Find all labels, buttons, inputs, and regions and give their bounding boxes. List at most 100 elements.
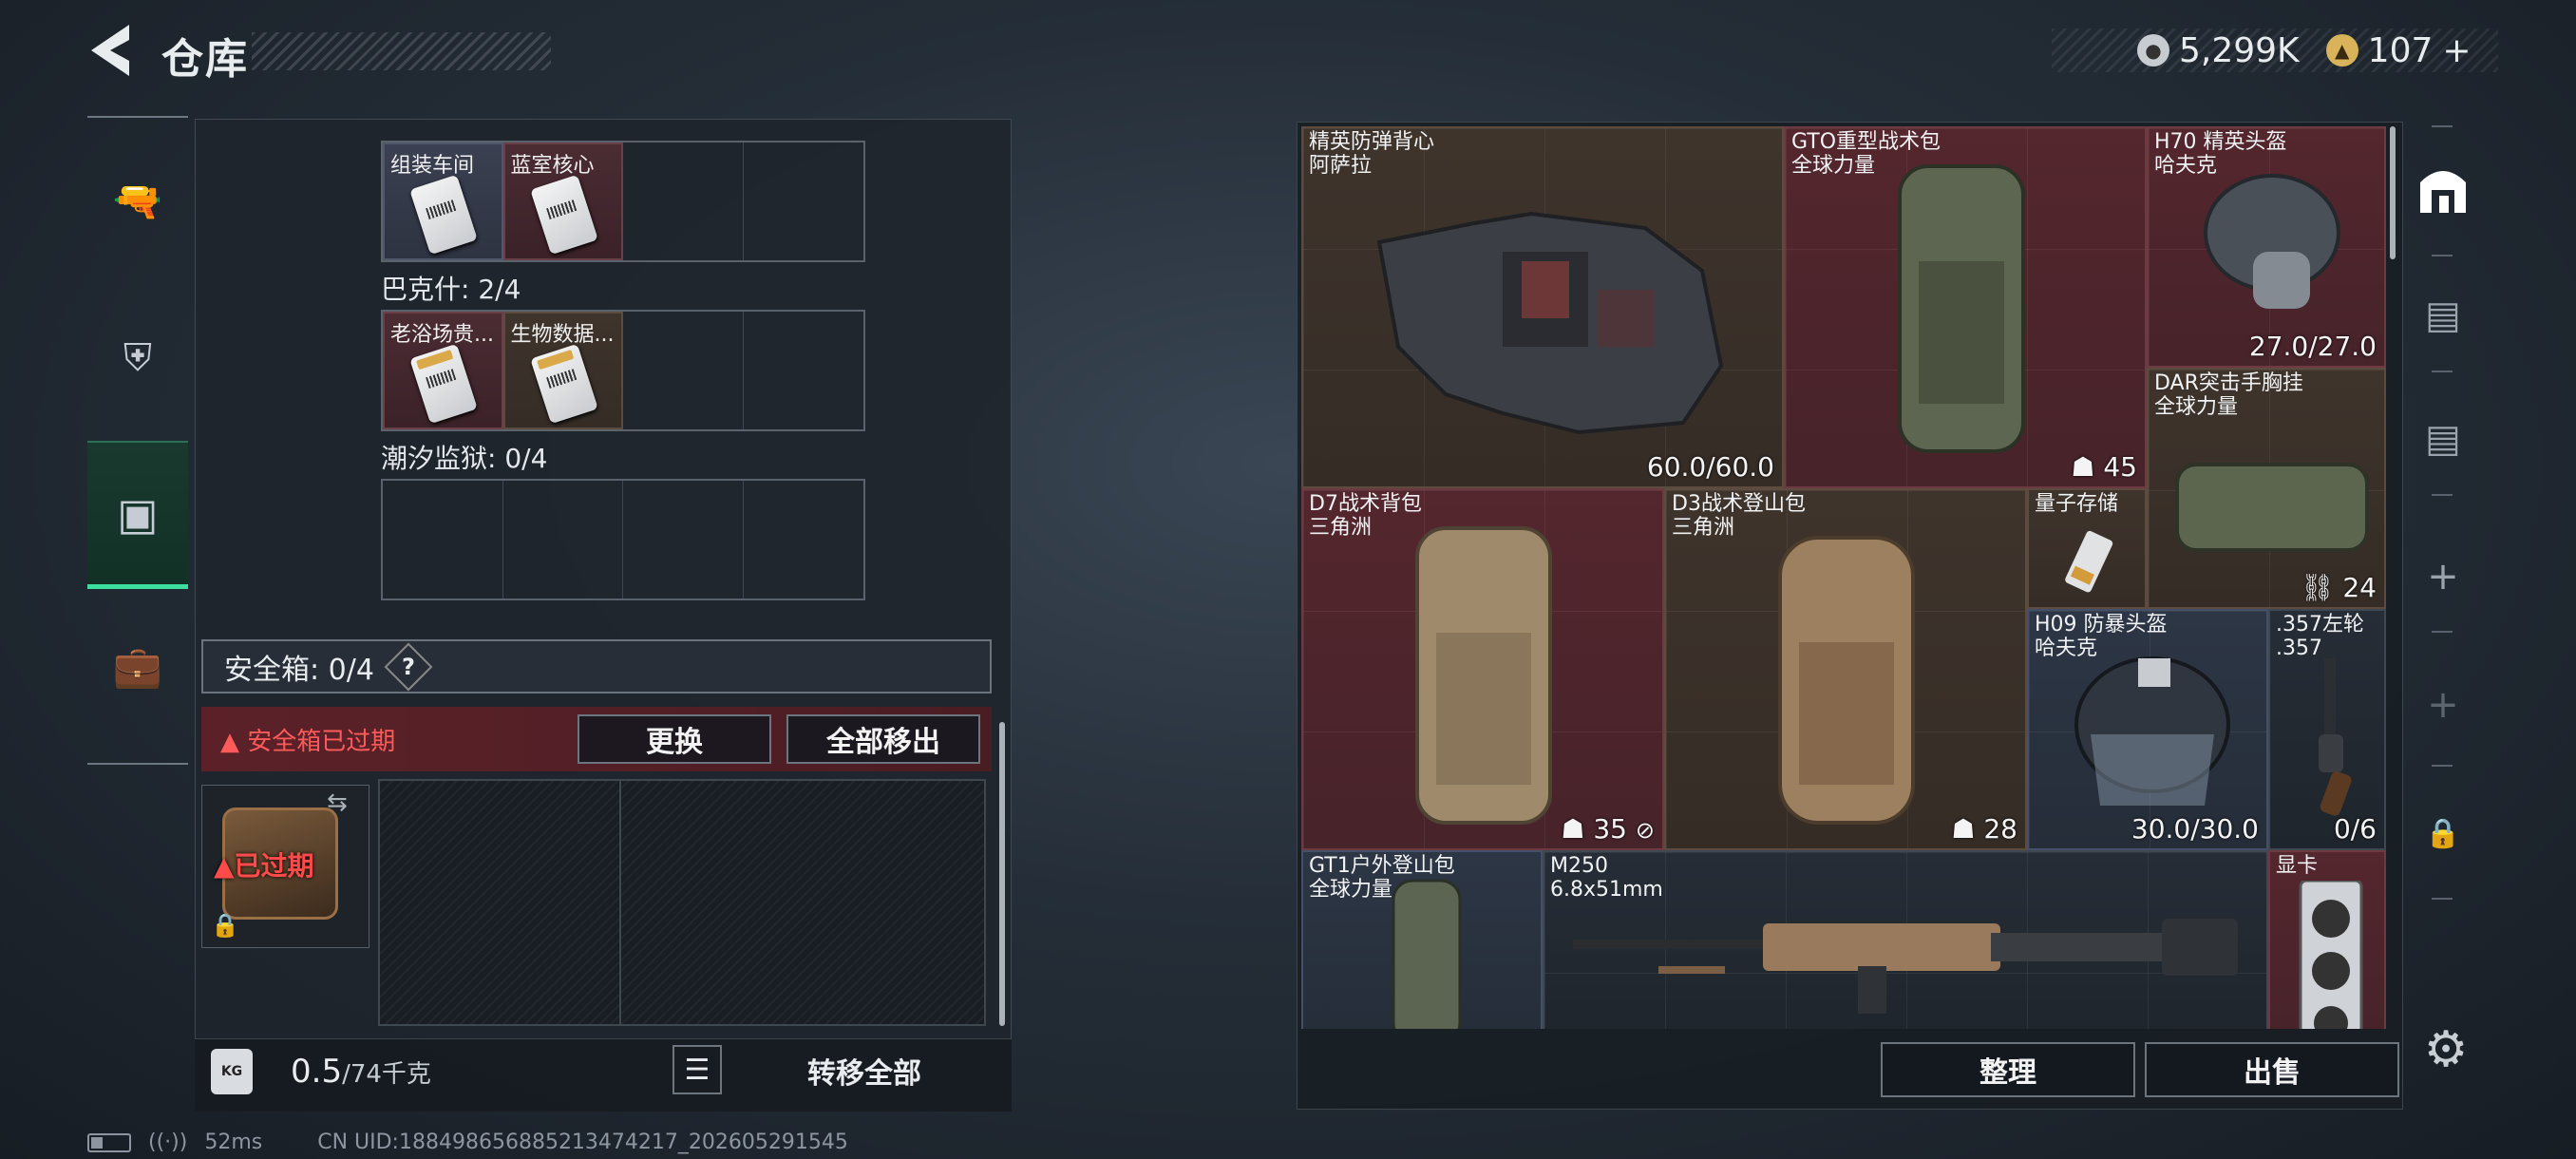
- list-view-button[interactable]: ☰: [672, 1045, 722, 1094]
- stash-page-4a[interactable]: ▤: [2413, 285, 2473, 346]
- stash-item-vest[interactable]: 精英防弹背心 阿萨拉 60.0/60.0: [1301, 126, 1784, 488]
- stash-page-home[interactable]: [2413, 160, 2473, 220]
- sell-button[interactable]: 出售: [2145, 1042, 2399, 1097]
- stash-item-gpu[interactable]: 显卡: [2268, 850, 2386, 1029]
- keycard-label: 蓝室核心: [510, 154, 595, 178]
- keycard-label: 组装车间: [390, 154, 475, 178]
- item-name: M250 6.8x51mm: [1550, 854, 1663, 902]
- back-button[interactable]: [87, 21, 144, 80]
- keycard-label: 老浴场贵...: [390, 323, 494, 347]
- stash-item-d7-backpack[interactable]: D7战术背包 三角洲 ☗ 35 ⊘: [1301, 488, 1664, 850]
- plus-icon: +: [2427, 683, 2459, 727]
- empty-slot[interactable]: [383, 481, 503, 598]
- empty-slot[interactable]: [623, 312, 744, 429]
- safe-box-header: 安全箱: 0/4 ?: [201, 639, 992, 694]
- plus-icon: +: [2427, 555, 2459, 598]
- empty-slot[interactable]: [503, 481, 623, 598]
- empty-slot[interactable]: [744, 142, 863, 260]
- keycard-slot[interactable]: 生物数据...: [502, 312, 623, 429]
- graphics-card-image: [2299, 881, 2363, 1029]
- tab-armor[interactable]: ⛨: [87, 282, 188, 434]
- safe-box-title: 安全箱: 0/4: [224, 653, 374, 687]
- item-durability: 30.0/30.0: [2131, 813, 2259, 845]
- weight-value: 0.5/74千克: [291, 1053, 431, 1091]
- weight-capacity: /74千克: [342, 1060, 431, 1089]
- chest-rig-image: [2175, 463, 2369, 552]
- tab-tools[interactable]: 💼: [87, 591, 188, 743]
- item-capacity: ⛓ 24: [2300, 572, 2377, 603]
- silver-coin-icon: ●: [2137, 34, 2169, 66]
- help-icon: ?: [401, 653, 415, 680]
- item-name: 显卡: [2276, 854, 2319, 878]
- item-name: D7战术背包 三角洲: [1309, 492, 1422, 540]
- toolbox-icon: 💼: [112, 643, 163, 690]
- empty-slot[interactable]: [744, 481, 864, 598]
- empty-slot[interactable]: [744, 312, 863, 429]
- keycard-slot[interactable]: 蓝室核心: [502, 142, 623, 260]
- revolver-image: [2319, 658, 2352, 816]
- weight-current: 0.5: [291, 1053, 343, 1091]
- tab-backpack[interactable]: ▣: [87, 441, 188, 589]
- keycard-image: [529, 343, 598, 425]
- empty-slot[interactable]: [623, 481, 744, 598]
- warning-icon: ▲: [214, 850, 235, 882]
- move-all-out-button[interactable]: 全部移出: [786, 714, 980, 764]
- armor-icon: ⛨: [123, 336, 152, 380]
- battery-icon: [87, 1132, 131, 1152]
- replace-button[interactable]: 更换: [578, 714, 771, 764]
- backpack-image: [1415, 526, 1552, 825]
- stash-item-dar-chest-rig[interactable]: DAR突击手胸挂 全球力量 ⛓ 24: [2147, 368, 2386, 609]
- folder-icon: ▤: [2425, 417, 2461, 461]
- stash-item-gto-backpack[interactable]: GTO重型战术包 全球力量 ☗ 45: [1784, 126, 2147, 488]
- currency-add-button[interactable]: +: [2442, 31, 2471, 70]
- rail-divider: [2432, 494, 2453, 496]
- stash-page-4b[interactable]: ▤: [2413, 408, 2473, 469]
- stash-item-h70-helmet[interactable]: H70 精英头盔 哈夫克 27.0/27.0: [2147, 126, 2386, 368]
- item-durability: 27.0/27.0: [2248, 331, 2377, 362]
- help-button[interactable]: ?: [384, 642, 433, 691]
- tab-weapons[interactable]: 🔫: [87, 125, 188, 277]
- stash-item-quantum-storage[interactable]: 量子存储: [2027, 488, 2147, 609]
- stash-item-gt1-backpack[interactable]: GT1户外登山包 全球力量: [1301, 850, 1543, 1029]
- tab-divider: [87, 116, 188, 118]
- tab-divider: [87, 763, 188, 765]
- stash-item-m250[interactable]: M250 6.8x51mm: [1543, 850, 2268, 1029]
- keycard-slot[interactable]: 老浴场贵...: [383, 312, 503, 429]
- locked-page[interactable]: 🔒: [2413, 803, 2473, 864]
- stash-item-h09-helmet[interactable]: H09 防暴头盔 哈夫克 30.0/30.0: [2027, 609, 2268, 850]
- title-decoration: [252, 32, 551, 70]
- ping-value: 52ms: [204, 1130, 263, 1154]
- item-capacity: ☗ 45: [2071, 451, 2137, 483]
- pistol-icon: 🔫: [112, 178, 163, 224]
- item-capacity: ☗ 28: [1951, 813, 2017, 845]
- keycard-label: 生物数据...: [510, 323, 615, 347]
- section-title: 巴克什: 2/4: [381, 274, 521, 305]
- lock-icon: 🔒: [211, 912, 239, 939]
- body-armor-image: [1376, 211, 1724, 435]
- stash-home-icon: [2420, 171, 2466, 213]
- sort-button[interactable]: 整理: [1881, 1042, 2135, 1097]
- stash-scrollbar[interactable]: [2390, 126, 2396, 259]
- gear-icon[interactable]: ⚙: [2417, 1021, 2474, 1078]
- rail-divider: [2432, 631, 2453, 633]
- rail-divider: [2432, 765, 2453, 767]
- stash-item-d3-backpack[interactable]: D3战术登山包 三角洲 ☗ 28: [1664, 488, 2027, 850]
- add-page-button[interactable]: +: [2413, 546, 2473, 607]
- swap-icon[interactable]: ⇆: [327, 788, 348, 817]
- empty-slot[interactable]: [623, 142, 744, 260]
- expired-text: 安全箱已过期: [247, 728, 396, 756]
- stash-item-revolver[interactable]: .357左轮 .357 0/6: [2268, 609, 2386, 850]
- item-name: GTO重型战术包 全球力量: [1791, 130, 1941, 178]
- expired-tag-text: 已过期: [234, 850, 314, 882]
- keycard-slot[interactable]: 组装车间: [383, 142, 503, 260]
- item-name: 精英防弹背心 阿萨拉: [1309, 130, 1435, 178]
- backpack-image: [1898, 164, 2025, 453]
- add-page-button-disabled[interactable]: +: [2413, 674, 2473, 735]
- left-scrollbar[interactable]: [999, 722, 1005, 1026]
- rail-divider: [2432, 255, 2453, 256]
- transfer-all-button[interactable]: 转移全部: [731, 1045, 997, 1096]
- stash-grid: 精英防弹背心 阿萨拉 60.0/60.0 GTO重型战术包 全球力量 ☗ 45 H7…: [1301, 126, 2386, 1029]
- keycard-image: [409, 343, 478, 425]
- currency-display: ● 5,299K ▲ 107 +: [2052, 28, 2498, 72]
- list-icon: ☰: [684, 1053, 710, 1087]
